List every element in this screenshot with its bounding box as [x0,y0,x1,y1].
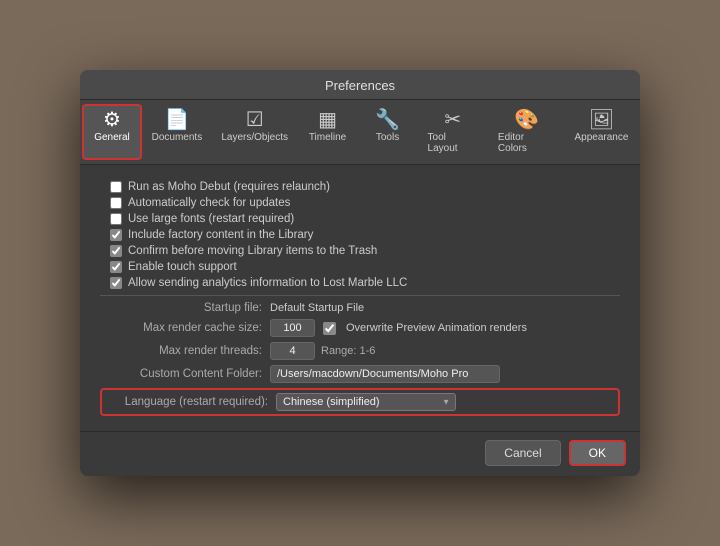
toolbar-item-editorcolors[interactable]: 🎨 Editor Colors [488,104,565,160]
checkbox-row-debut: Run as Moho Debut (requires relaunch) [100,181,620,193]
toolbar-item-appearance[interactable]: 🖼 Appearance [565,104,638,160]
toollayout-icon: ✂ [444,110,461,130]
checkbox-row-analytics: Allow sending analytics information to L… [100,277,620,289]
toolbar-item-documents[interactable]: 📄 Documents [142,104,212,160]
language-label: Language (restart required): [106,396,276,408]
maxcache-row: Max render cache size: Overwrite Preview… [100,319,620,337]
dialog-footer: Cancel OK [80,431,640,476]
toolbar-label-tools: Tools [376,132,399,143]
maxthreads-label: Max render threads: [100,345,270,357]
customfolder-label: Custom Content Folder: [100,368,270,380]
checkbox-factory[interactable] [110,229,122,241]
maxcache-label: Max render cache size: [100,322,270,334]
maxthreads-row: Max render threads: Range: 1-6 [100,342,620,360]
toolbar-label-general: General [94,132,130,143]
startup-row: Startup file: Default Startup File [100,302,620,314]
preferences-dialog: Preferences ⚙ General 📄 Documents ☑ Laye… [80,70,640,476]
checkbox-touch[interactable] [110,261,122,273]
appearance-icon: 🖼 [589,110,614,130]
cancel-button[interactable]: Cancel [485,440,560,466]
toolbar-item-toollayout[interactable]: ✂ Tool Layout [418,104,488,160]
layers-icon: ☑ [246,110,264,130]
label-debut: Run as Moho Debut (requires relaunch) [128,181,330,193]
general-icon: ⚙ [103,110,121,130]
toolbar-label-timeline: Timeline [309,132,346,143]
tools-icon: 🔧 [375,110,400,130]
checkbox-largefonts[interactable] [110,213,122,225]
customfolder-row: Custom Content Folder: [100,365,620,383]
timeline-icon: ▦ [318,110,337,130]
toolbar-item-timeline[interactable]: ▦ Timeline [298,104,358,160]
customfolder-input[interactable] [270,365,500,383]
language-select[interactable]: Chinese (simplified) English Japanese Fr… [276,393,456,411]
startup-value: Default Startup File [270,302,364,314]
label-factory: Include factory content in the Library [128,229,313,241]
checkbox-analytics[interactable] [110,277,122,289]
toolbar-item-general[interactable]: ⚙ General [82,104,142,160]
label-touch: Enable touch support [128,261,237,273]
editorcolors-icon: 🎨 [514,110,539,130]
toolbar-label-appearance: Appearance [574,132,628,143]
ok-button[interactable]: OK [569,440,626,466]
checkbox-row-factory: Include factory content in the Library [100,229,620,241]
language-row: Language (restart required): Chinese (si… [100,388,620,416]
toolbar-label-documents: Documents [152,132,203,143]
checkbox-row-touch: Enable touch support [100,261,620,273]
range-label: Range: 1-6 [321,345,375,357]
checkbox-debut[interactable] [110,181,122,193]
content-area: Run as Moho Debut (requires relaunch) Au… [80,165,640,431]
divider [100,295,620,296]
dialog-title: Preferences [80,70,640,100]
checkbox-row-confirmmove: Confirm before moving Library items to t… [100,245,620,257]
checkbox-confirmmove[interactable] [110,245,122,257]
label-analytics: Allow sending analytics information to L… [128,277,407,289]
checkbox-autoupdate[interactable] [110,197,122,209]
maxcache-input[interactable] [270,319,315,337]
maxthreads-input[interactable] [270,342,315,360]
startup-label: Startup file: [100,302,270,314]
checkbox-row-autoupdate: Automatically check for updates [100,197,620,209]
language-select-wrapper: Chinese (simplified) English Japanese Fr… [276,393,456,411]
label-autoupdate: Automatically check for updates [128,197,290,209]
toolbar-label-toollayout: Tool Layout [428,132,478,154]
checkbox-overwrite[interactable] [323,322,336,335]
label-largefonts: Use large fonts (restart required) [128,213,294,225]
checkbox-row-largefonts: Use large fonts (restart required) [100,213,620,225]
documents-icon: 📄 [164,110,189,130]
toolbar-label-layers: Layers/Objects [221,132,288,143]
toolbar-label-editorcolors: Editor Colors [498,132,555,154]
toolbar-item-tools[interactable]: 🔧 Tools [358,104,418,160]
overwrite-label: Overwrite Preview Animation renders [346,322,527,334]
overwrite-check-container: Overwrite Preview Animation renders [323,322,527,335]
toolbar-item-layers[interactable]: ☑ Layers/Objects [212,104,298,160]
label-confirmmove: Confirm before moving Library items to t… [128,245,377,257]
toolbar: ⚙ General 📄 Documents ☑ Layers/Objects ▦… [80,100,640,165]
